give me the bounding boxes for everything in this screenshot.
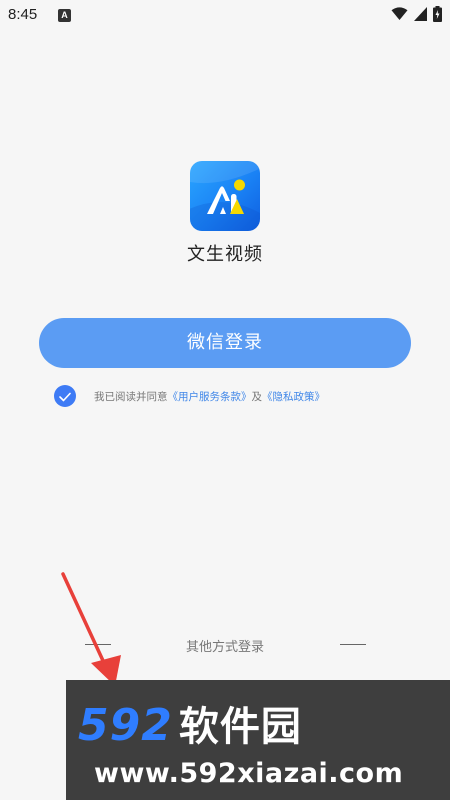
watermark-brand-cn: 软件园	[178, 704, 302, 750]
status-bar: 8:45 A	[0, 0, 450, 32]
agreement-row: 我已阅读并同意《用户服务条款》及《隐私政策》	[54, 384, 325, 408]
user-terms-link[interactable]: 《用户服务条款》	[168, 391, 252, 403]
agreement-text: 我已阅读并同意《用户服务条款》及《隐私政策》	[94, 389, 325, 404]
app-name: 文生视频	[187, 244, 263, 265]
watermark: 592 软件园 www.592xiazai.com	[66, 680, 450, 800]
check-icon	[59, 387, 71, 406]
wechat-login-button[interactable]: 微信登录	[39, 318, 411, 368]
notification-icon: A	[58, 9, 71, 22]
divider-right	[340, 644, 366, 645]
status-time: 8:45	[8, 6, 38, 23]
watermark-url: www.592xiazai.com	[94, 758, 404, 789]
status-icons	[391, 6, 442, 22]
signal-icon	[414, 7, 427, 21]
agreement-connector: 及	[251, 390, 263, 403]
privacy-policy-link[interactable]: 《隐私政策》	[262, 391, 325, 403]
red-arrow-icon	[55, 570, 130, 694]
ai-app-icon	[190, 161, 260, 231]
agreement-prefix: 我已阅读并同意	[94, 390, 168, 403]
wifi-icon	[391, 7, 408, 21]
agreement-checkbox[interactable]	[54, 385, 76, 407]
watermark-logo: 592 软件园	[78, 694, 302, 752]
watermark-brand-number: 592	[78, 700, 173, 751]
battery-icon	[433, 6, 442, 22]
